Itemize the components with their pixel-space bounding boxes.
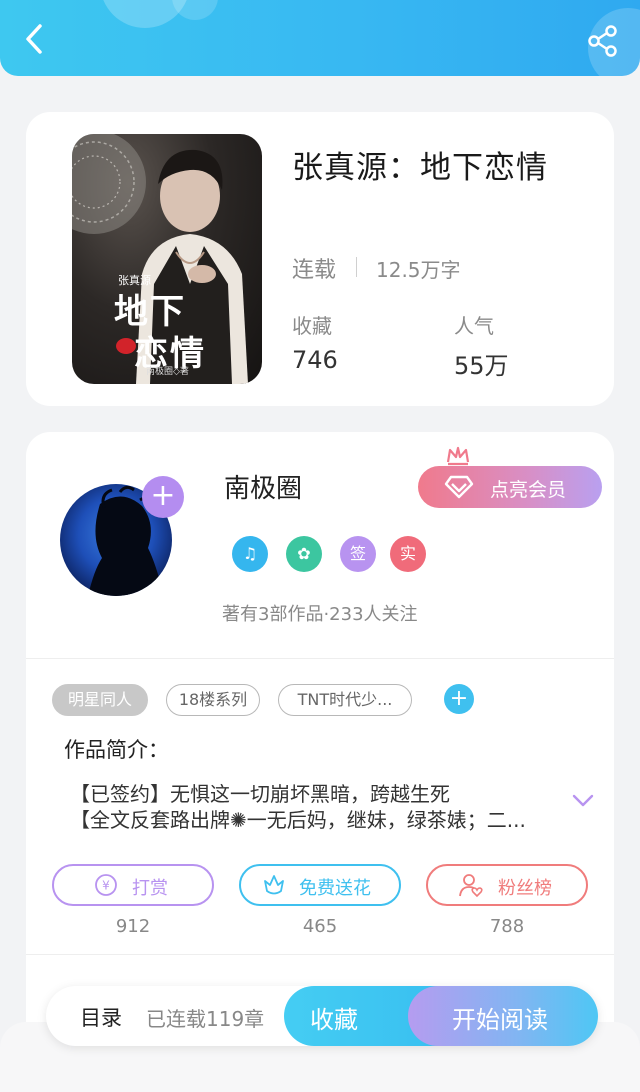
activate-vip-button[interactable]: 点亮会员 <box>418 466 602 508</box>
music-note-icon[interactable]: ♫ <box>232 536 268 572</box>
section-divider <box>26 658 614 659</box>
popularity-label: 人气 <box>454 314 494 338</box>
decor-bubble <box>172 0 218 20</box>
flower-count: 465 <box>302 916 338 937</box>
add-tag-button[interactable]: + <box>444 684 474 714</box>
chevron-down-icon[interactable] <box>572 794 594 808</box>
collect-label: 收藏 <box>310 1006 358 1034</box>
signed-badge[interactable]: 签 <box>340 536 376 572</box>
fan-ranking-count: 788 <box>489 916 525 937</box>
start-reading-button[interactable]: 开始阅读 <box>408 986 598 1046</box>
author-meta: 著有3部作品·233人关注 <box>222 604 418 625</box>
intro-line: 【全文反套路出牌✺一无后妈，继妹，绿茶婊；二... <box>70 808 526 832</box>
share-icon <box>588 25 617 57</box>
intro-line: 【已签约】无惧这一切崩坏黑暗，跨越生死 <box>70 782 450 806</box>
book-cover[interactable]: 张真源 地下 恋情 南极圈◇著 <box>72 134 262 384</box>
fan-ranking-button[interactable]: 粉丝榜 <box>426 864 588 906</box>
toc-button[interactable]: 目录 <box>80 1002 122 1032</box>
user-heart-icon <box>459 874 483 898</box>
bottom-action-bar: 目录 已连载119章 收藏 开始阅读 <box>46 986 598 1046</box>
favorites-value: 746 <box>292 346 338 374</box>
book-title: 张真源：地下恋情 <box>292 150 548 186</box>
intro-heading: 作品简介： <box>64 738 169 762</box>
send-flower-button[interactable]: 免费送花 <box>239 864 401 906</box>
diamond-icon <box>444 475 474 499</box>
author-card: + 南极圈 点亮会员 ♫ ✿ 签 实 著有3部作品·233人关注 明星同人 18… <box>26 432 614 1072</box>
section-divider <box>26 954 614 955</box>
verified-badge[interactable]: 实 <box>390 536 426 572</box>
serial-status: 连载 <box>292 258 337 283</box>
vip-button-label: 点亮会员 <box>490 479 567 501</box>
start-reading-label: 开始阅读 <box>452 1006 548 1034</box>
tag-item[interactable]: 18楼系列 <box>166 684 260 716</box>
yen-icon: ¥ <box>95 874 117 896</box>
tag-item[interactable]: 明星同人 <box>52 684 148 716</box>
chevron-left-icon <box>26 24 42 54</box>
favorites-label: 收藏 <box>292 314 332 338</box>
fan-ranking-label: 粉丝榜 <box>498 878 552 899</box>
word-count: 12.5万字 <box>376 258 461 282</box>
cover-author-credit: 南极圈◇著 <box>146 367 189 377</box>
send-flower-label: 免费送花 <box>299 878 371 899</box>
popularity-value: 55万 <box>454 352 509 380</box>
gift-icon[interactable]: ✿ <box>286 536 322 572</box>
chapter-count: 已连载119章 <box>146 1007 265 1031</box>
tip-count: 912 <box>115 916 151 937</box>
book-info-card: 张真源 地下 恋情 南极圈◇著 张真源：地下恋情 连载 12.5万字 收藏 74… <box>26 112 614 406</box>
tip-label: 打赏 <box>132 878 168 899</box>
rose-icon <box>116 338 136 354</box>
share-button[interactable] <box>586 24 620 58</box>
follow-author-button[interactable]: + <box>142 476 184 518</box>
top-header <box>0 0 640 76</box>
flower-icon <box>264 875 284 895</box>
divider <box>356 257 357 277</box>
tip-button[interactable]: ¥ 打赏 <box>52 864 214 906</box>
back-button[interactable] <box>18 22 52 56</box>
author-name[interactable]: 南极圈 <box>224 468 302 505</box>
tag-item[interactable]: TNT时代少... <box>278 684 412 716</box>
crown-icon <box>446 446 470 466</box>
svg-text:¥: ¥ <box>102 879 110 893</box>
